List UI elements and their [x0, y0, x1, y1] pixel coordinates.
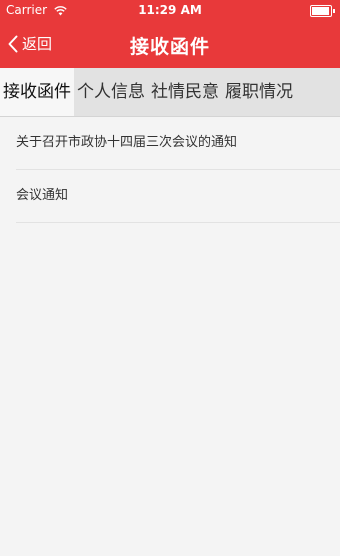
status-time: 11:29 AM — [138, 3, 202, 17]
letter-list: 关于召开市政协十四届三次会议的通知 会议通知 — [0, 117, 340, 223]
nav-bar: 返回 接收函件 — [0, 22, 340, 68]
tab-personal-info[interactable]: 个人信息 — [74, 68, 148, 116]
battery-icon — [310, 5, 335, 17]
app-header: Carrier 11:29 AM 返回 接收函件 — [0, 0, 340, 68]
battery-fill — [312, 7, 330, 15]
tab-public-opinion[interactable]: 社情民意 — [148, 68, 222, 116]
status-bar: Carrier 11:29 AM — [0, 0, 340, 22]
list-item[interactable]: 关于召开市政协十四届三次会议的通知 — [16, 117, 340, 170]
page-title: 接收函件 — [129, 36, 210, 58]
tab-received-letters[interactable]: 接收函件 — [0, 68, 74, 116]
tab-duty-performance[interactable]: 履职情况 — [222, 68, 296, 116]
list-item[interactable]: 会议通知 — [16, 170, 340, 223]
tab-bar: 接收函件 个人信息 社情民意 履职情况 — [0, 68, 340, 117]
